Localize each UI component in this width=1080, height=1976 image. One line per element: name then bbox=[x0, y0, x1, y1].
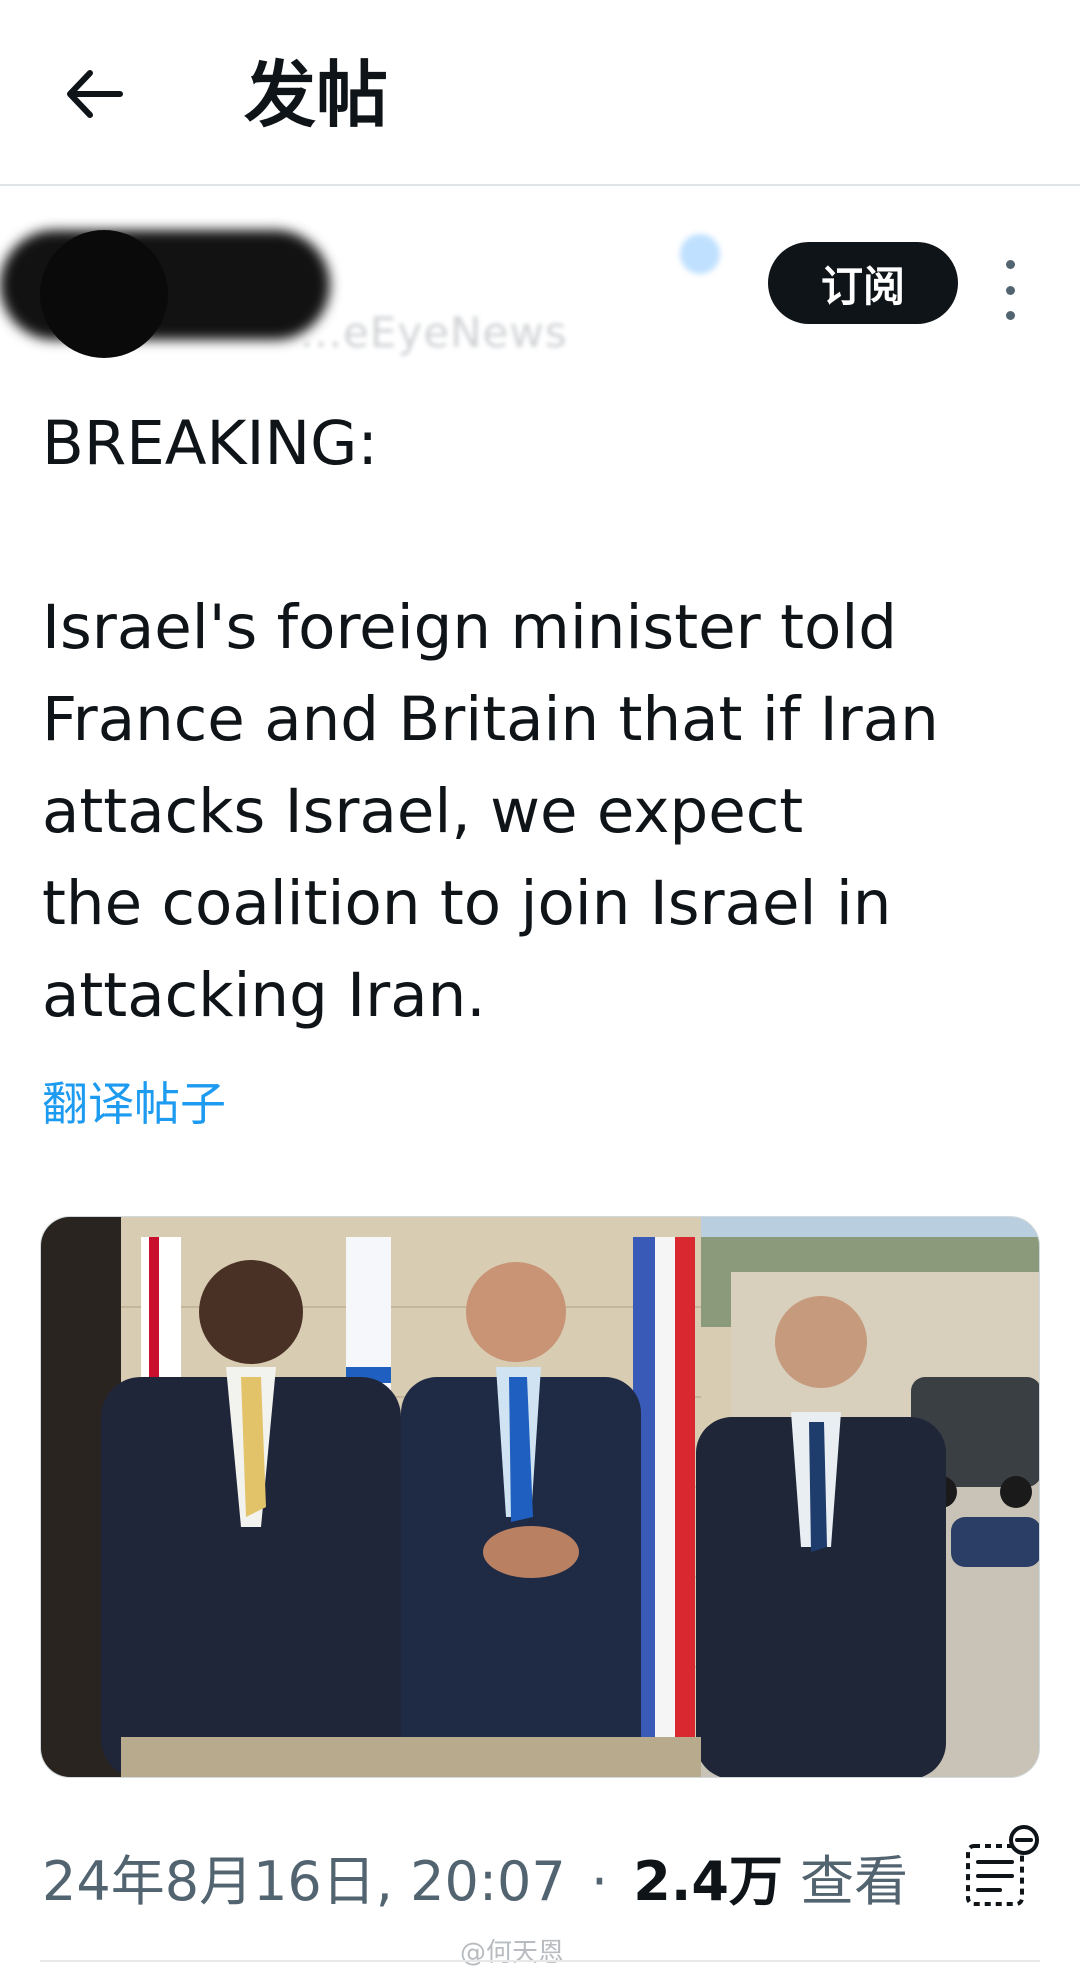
subscribe-button[interactable]: 订阅 bbox=[768, 242, 958, 324]
post-text: BREAKING: Israel's foreign minister told… bbox=[42, 408, 939, 1031]
views-count: 2.4万 bbox=[633, 1850, 783, 1913]
translate-post-link[interactable]: 翻译帖子 bbox=[42, 1068, 226, 1134]
reading-list-button[interactable] bbox=[958, 1822, 1042, 1912]
post-timestamp[interactable]: 24年8月16日, 20:07 bbox=[42, 1850, 566, 1913]
post-image[interactable] bbox=[40, 1216, 1040, 1778]
author-row: ...eEyeNews 订阅 bbox=[0, 210, 1080, 370]
watermark: @何天恩 bbox=[460, 1938, 565, 1968]
avatar[interactable] bbox=[40, 230, 168, 358]
top-bar: 发帖 bbox=[0, 0, 1080, 186]
divider bbox=[40, 1960, 1040, 1962]
post-meta: 24年8月16日, 20:07 · 2.4万 查看 bbox=[42, 1842, 908, 1922]
back-button[interactable] bbox=[52, 52, 136, 136]
arrow-left-icon bbox=[67, 70, 123, 118]
photo bbox=[41, 1217, 1039, 1777]
page-title: 发帖 bbox=[244, 53, 389, 137]
more-vertical-icon bbox=[1005, 260, 1015, 269]
meta-separator: · bbox=[590, 1850, 609, 1913]
verified-badge-icon bbox=[680, 234, 720, 274]
more-options-button[interactable] bbox=[990, 260, 1030, 320]
reading-list-icon bbox=[966, 1825, 1039, 1906]
author-handle[interactable]: ...eEyeNews bbox=[300, 308, 568, 357]
views-label: 查看 bbox=[800, 1850, 909, 1913]
